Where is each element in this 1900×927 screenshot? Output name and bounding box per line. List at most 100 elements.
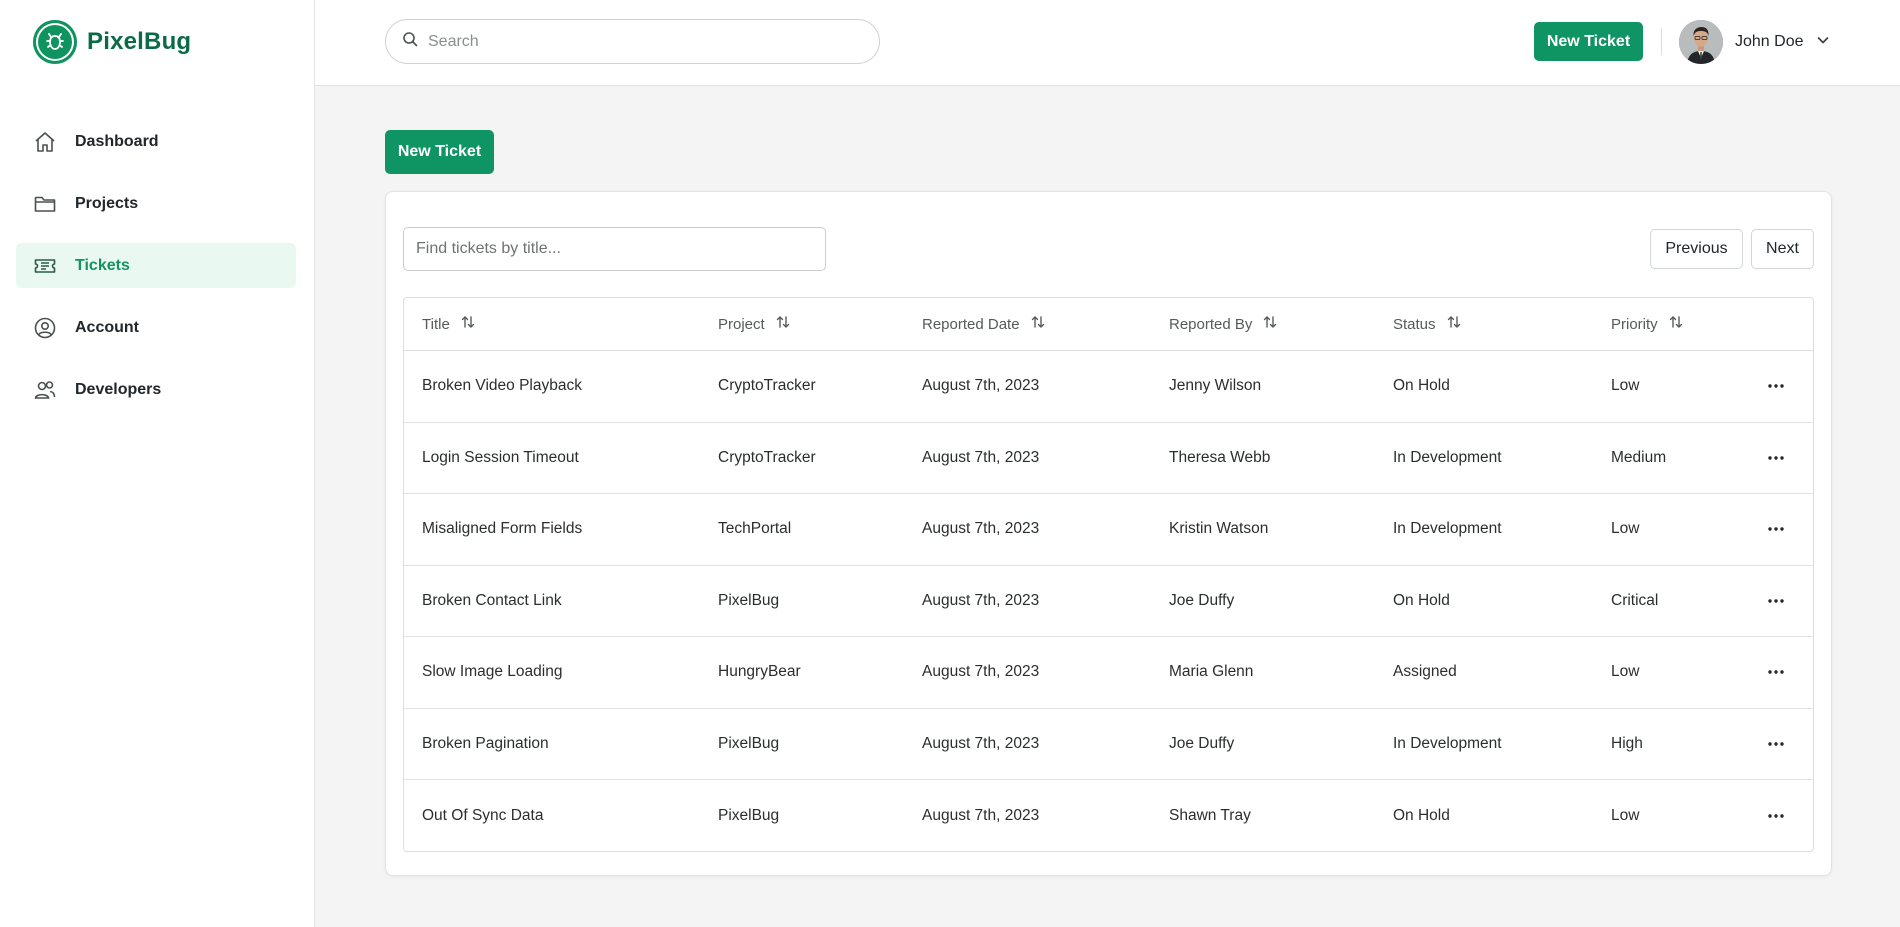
column-header-reported-date[interactable]: Reported Date (922, 298, 1046, 350)
sort-icon[interactable] (1668, 314, 1684, 334)
cell-date: August 7th, 2023 (922, 734, 1040, 752)
cell-date: August 7th, 2023 (922, 448, 1040, 466)
sidebar: PixelBug Dashboard Projects Tickets Acco… (0, 0, 315, 927)
global-search[interactable] (385, 19, 880, 64)
chevron-down-icon[interactable] (1816, 33, 1830, 52)
cell-status: In Development (1393, 734, 1502, 752)
cell-title: Login Session Timeout (422, 448, 579, 466)
cell-title: Slow Image Loading (422, 663, 563, 681)
column-header-priority[interactable]: Priority (1611, 298, 1684, 350)
user-menu[interactable]: John Doe (1679, 20, 1830, 64)
sort-icon[interactable] (460, 314, 476, 334)
cell-priority: Low (1611, 377, 1640, 395)
sidebar-item-tickets[interactable]: Tickets (16, 243, 296, 288)
cell-title: Out Of Sync Data (422, 806, 544, 824)
column-label: Reported By (1169, 315, 1253, 333)
users-icon (33, 378, 57, 402)
more-options-icon[interactable] (1764, 660, 1788, 684)
cell-priority: Critical (1611, 591, 1659, 609)
cell-reported-by: Shawn Tray (1169, 806, 1251, 824)
brand[interactable]: PixelBug (33, 20, 191, 64)
cell-date: August 7th, 2023 (922, 377, 1040, 395)
search-icon (402, 31, 418, 52)
new-ticket-header-button[interactable]: New Ticket (1534, 22, 1643, 61)
column-label: Status (1393, 315, 1436, 333)
sidebar-item-account[interactable]: Account (16, 305, 296, 350)
cell-priority: Low (1611, 806, 1640, 824)
column-header-project[interactable]: Project (718, 298, 791, 350)
cell-priority: Low (1611, 663, 1640, 681)
cell-status: On Hold (1393, 377, 1450, 395)
table-row[interactable]: Misaligned Form Fields TechPortal August… (404, 494, 1813, 566)
divider (1661, 28, 1662, 55)
cell-title: Broken Video Playback (422, 377, 582, 395)
table-row[interactable]: Broken Contact Link PixelBug August 7th,… (404, 566, 1813, 637)
topbar: New Ticket John Doe (315, 0, 1900, 86)
sort-icon[interactable] (1030, 314, 1046, 334)
more-options-icon[interactable] (1764, 804, 1788, 828)
cell-reported-by: Kristin Watson (1169, 520, 1269, 538)
cell-date: August 7th, 2023 (922, 520, 1040, 538)
folder-icon (33, 192, 57, 216)
cell-date: August 7th, 2023 (922, 591, 1040, 609)
sidebar-nav: Dashboard Projects Tickets Account Devel… (16, 119, 296, 429)
table-header: Title Project Reported Date Reported By … (404, 298, 1813, 351)
ticket-filter-input[interactable] (403, 227, 826, 271)
avatar (1679, 20, 1723, 64)
cell-project: PixelBug (718, 806, 780, 824)
cell-title: Broken Contact Link (422, 591, 562, 609)
cell-status: On Hold (1393, 591, 1450, 609)
cell-reported-by: Jenny Wilson (1169, 377, 1262, 395)
more-options-icon[interactable] (1764, 374, 1788, 398)
column-header-status[interactable]: Status (1393, 298, 1462, 350)
tickets-card: Previous Next Title Project Reported Dat… (385, 191, 1832, 876)
home-icon (33, 130, 57, 154)
cell-title: Misaligned Form Fields (422, 520, 583, 538)
previous-page-button[interactable]: Previous (1650, 229, 1743, 269)
sort-icon[interactable] (1446, 314, 1462, 334)
table-row[interactable]: Slow Image Loading HungryBear August 7th… (404, 637, 1813, 709)
sort-icon[interactable] (1262, 314, 1278, 334)
sidebar-item-label: Projects (75, 194, 139, 212)
cell-status: In Development (1393, 520, 1502, 538)
sidebar-item-developers[interactable]: Developers (16, 367, 296, 412)
cell-status: On Hold (1393, 806, 1450, 824)
cell-project: CryptoTracker (718, 448, 816, 466)
column-header-reported-by[interactable]: Reported By (1169, 298, 1278, 350)
more-options-icon[interactable] (1764, 589, 1788, 613)
sidebar-item-label: Account (75, 318, 139, 336)
cell-priority: Medium (1611, 448, 1667, 466)
column-header-title[interactable]: Title (422, 298, 476, 350)
sort-icon[interactable] (775, 314, 791, 334)
cell-reported-by: Joe Duffy (1169, 734, 1235, 752)
new-ticket-button[interactable]: New Ticket (385, 130, 494, 174)
search-input[interactable] (428, 32, 848, 51)
cell-status: Assigned (1393, 663, 1457, 681)
cell-date: August 7th, 2023 (922, 806, 1040, 824)
next-page-button[interactable]: Next (1751, 229, 1814, 269)
table-body: Broken Video Playback CryptoTracker Augu… (404, 351, 1813, 851)
tickets-table: Title Project Reported Date Reported By … (403, 297, 1814, 852)
cell-status: In Development (1393, 448, 1502, 466)
user-name: John Doe (1735, 33, 1804, 50)
more-options-icon[interactable] (1764, 732, 1788, 756)
cell-priority: Low (1611, 520, 1640, 538)
table-row[interactable]: Broken Pagination PixelBug August 7th, 2… (404, 709, 1813, 780)
table-row[interactable]: Out Of Sync Data PixelBug August 7th, 20… (404, 780, 1813, 851)
cell-project: PixelBug (718, 591, 780, 609)
more-options-icon[interactable] (1764, 446, 1788, 470)
cell-reported-by: Theresa Webb (1169, 448, 1271, 466)
ticket-icon (33, 254, 57, 278)
sidebar-item-projects[interactable]: Projects (16, 181, 296, 226)
sidebar-item-dashboard[interactable]: Dashboard (16, 119, 296, 164)
table-row[interactable]: Broken Video Playback CryptoTracker Augu… (404, 351, 1813, 423)
sidebar-item-label: Dashboard (75, 132, 159, 150)
more-options-icon[interactable] (1764, 517, 1788, 541)
cell-date: August 7th, 2023 (922, 663, 1040, 681)
user-circle-icon (33, 316, 57, 340)
table-row[interactable]: Login Session Timeout CryptoTracker Augu… (404, 423, 1813, 494)
column-label: Project (718, 315, 765, 333)
sidebar-item-label: Developers (75, 380, 162, 398)
cell-project: CryptoTracker (718, 377, 816, 395)
brand-name: PixelBug (87, 28, 192, 55)
